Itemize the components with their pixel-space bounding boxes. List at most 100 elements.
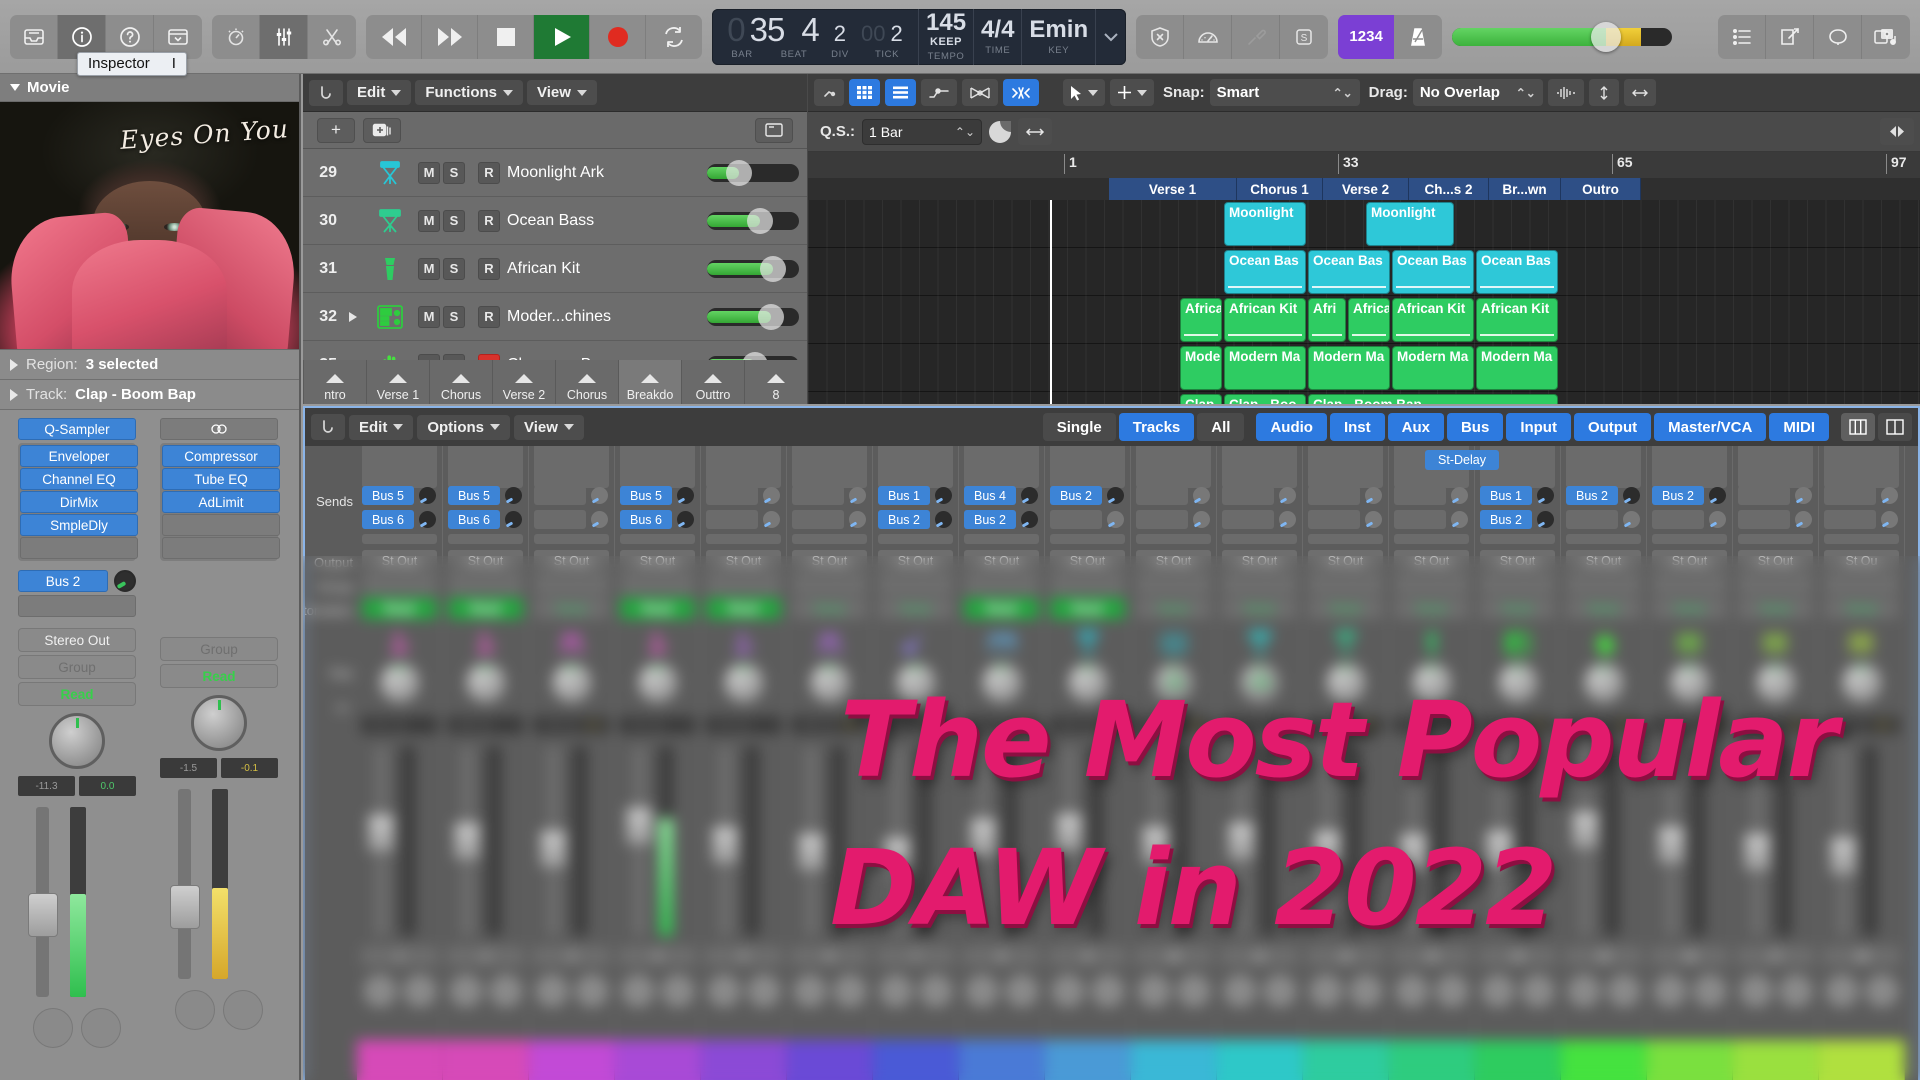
group-button[interactable] — [792, 574, 867, 595]
region[interactable]: Africa — [1348, 298, 1390, 342]
group-button[interactable] — [620, 574, 695, 595]
mute-button[interactable]: M — [418, 161, 440, 184]
send-level-knob[interactable] — [1365, 487, 1382, 504]
send-slot-empty[interactable] — [1566, 534, 1641, 544]
arrangement-marker[interactable]: Verse 2 — [1323, 178, 1409, 200]
movie-artwork[interactable]: Eyes On You — [0, 102, 299, 350]
fader-handle[interactable] — [1314, 829, 1340, 868]
plugin-slot-area[interactable] — [1652, 446, 1727, 488]
region-length-icon[interactable] — [1018, 118, 1053, 145]
pan-knob[interactable] — [462, 660, 509, 706]
region[interactable]: African Kit — [1224, 298, 1306, 342]
plugin-slot-area[interactable] — [1738, 446, 1813, 488]
mute-round-button[interactable] — [1653, 974, 1687, 1008]
track-name[interactable]: Moonlight Ark — [507, 164, 700, 182]
automation-button[interactable]: Read — [534, 598, 609, 619]
send-level-knob[interactable] — [677, 511, 694, 528]
plugin-slot-area[interactable] — [878, 446, 953, 488]
solo-button[interactable]: S — [443, 305, 465, 328]
send-level-knob[interactable] — [1107, 487, 1124, 504]
send-level-knob[interactable] — [505, 487, 522, 504]
track-volume-slider[interactable] — [707, 159, 799, 186]
send-level-knob[interactable] — [1451, 487, 1468, 504]
filter-tracks[interactable]: Tracks — [1118, 413, 1195, 441]
marker-nav-icon[interactable] — [1880, 118, 1914, 145]
fader-handle[interactable] — [1056, 812, 1082, 851]
track-volume-knob[interactable] — [726, 159, 753, 186]
sax-icon[interactable] — [873, 626, 958, 660]
disclosure-triangle-icon[interactable] — [10, 84, 20, 91]
plugin-slot-area[interactable] — [534, 446, 609, 488]
rewind-button[interactable] — [366, 14, 422, 59]
instrument-slot[interactable]: Q-Sampler — [18, 418, 136, 440]
mute-round-button[interactable] — [1137, 974, 1171, 1008]
track-row[interactable]: 32 M S R Moder...chines — [303, 293, 807, 341]
fader-handle[interactable] — [712, 825, 738, 864]
fader-handle[interactable] — [1486, 829, 1512, 868]
mute-round-button[interactable] — [1481, 974, 1515, 1008]
send-slot[interactable] — [1136, 486, 1188, 505]
grid-view-toggle[interactable] — [814, 79, 844, 106]
loops-icon[interactable] — [1814, 14, 1862, 59]
mute-round-button[interactable] — [879, 974, 913, 1008]
automation-button[interactable]: Read — [878, 598, 953, 619]
mixer-menu-options[interactable]: Options — [417, 414, 511, 440]
send-slot-empty[interactable] — [1480, 534, 1555, 544]
send-slot[interactable] — [1308, 486, 1360, 505]
region-parameter-header[interactable]: Region: 3 selected — [0, 350, 299, 380]
fader-handle[interactable] — [170, 885, 200, 929]
fader-handle[interactable] — [368, 814, 394, 853]
send-level-knob[interactable] — [1451, 511, 1468, 528]
channel-color-swatch[interactable] — [1389, 1040, 1475, 1080]
send-slot[interactable]: Bus 6 — [620, 510, 672, 529]
channel-number[interactable]: 7 — [877, 946, 954, 966]
plugin-slot-area[interactable] — [1136, 446, 1211, 488]
fader-handle[interactable] — [970, 818, 996, 857]
channel-number[interactable]: 16 — [1651, 946, 1728, 966]
send-slot[interactable]: Bus 5 — [362, 486, 414, 505]
fade-tool-button[interactable] — [1003, 79, 1039, 106]
editors-icon[interactable] — [308, 15, 356, 59]
mute-round-button[interactable] — [793, 974, 827, 1008]
send-slot-empty[interactable] — [1824, 534, 1899, 544]
pan-knob[interactable] — [1322, 660, 1369, 706]
automation-button[interactable]: Read — [1480, 598, 1555, 619]
plugin-slot-area[interactable] — [620, 446, 695, 488]
global-marker[interactable]: 8 — [744, 360, 807, 404]
send-level-knob[interactable] — [1365, 511, 1382, 528]
channel-color-swatch[interactable] — [701, 1040, 787, 1080]
send-slot[interactable] — [1222, 510, 1274, 529]
plugin-slot[interactable]: Tube EQ — [162, 468, 280, 490]
output-button[interactable]: St Out — [878, 550, 953, 571]
output-button[interactable]: St Out — [1394, 550, 1469, 571]
aux-bus-label[interactable]: St-Delay — [1425, 450, 1499, 470]
fader-handle[interactable] — [1744, 833, 1770, 872]
automation-button[interactable]: Read — [1050, 598, 1125, 619]
pointer-tool-selector[interactable] — [1063, 79, 1105, 106]
send-level-knob[interactable] — [505, 511, 522, 528]
channel-number[interactable]: 9 — [1049, 946, 1126, 966]
fader-handle[interactable] — [540, 829, 566, 868]
grid-icon[interactable] — [1819, 626, 1904, 660]
quantize-strength-dial[interactable] — [989, 120, 1012, 143]
fader-handle[interactable] — [798, 833, 824, 872]
catch-playhead-icon[interactable] — [309, 79, 343, 106]
track-header-config-button[interactable] — [755, 117, 793, 143]
fader-handle[interactable] — [1142, 825, 1168, 864]
plugin-slot-area[interactable] — [362, 446, 437, 488]
solo-round-button[interactable] — [1177, 974, 1211, 1008]
send-slot[interactable]: Bus 2 — [1566, 486, 1618, 505]
count-in-icon[interactable]: 1234 — [1338, 14, 1395, 59]
send-slot[interactable] — [1308, 510, 1360, 529]
solo-round-button[interactable] — [81, 1008, 121, 1048]
channel-color-swatch[interactable] — [1819, 1040, 1905, 1080]
send-slot[interactable] — [1222, 486, 1274, 505]
group-button[interactable] — [1566, 574, 1641, 595]
vocal-icon[interactable] — [443, 626, 528, 660]
send-level-knob[interactable] — [849, 511, 866, 528]
send-slot[interactable] — [1738, 486, 1790, 505]
send-slot-empty[interactable] — [1136, 534, 1211, 544]
automation-button[interactable]: Read — [362, 598, 437, 619]
channel-number[interactable]: 14 — [1479, 946, 1556, 966]
output-button[interactable]: St Out — [1308, 550, 1383, 571]
